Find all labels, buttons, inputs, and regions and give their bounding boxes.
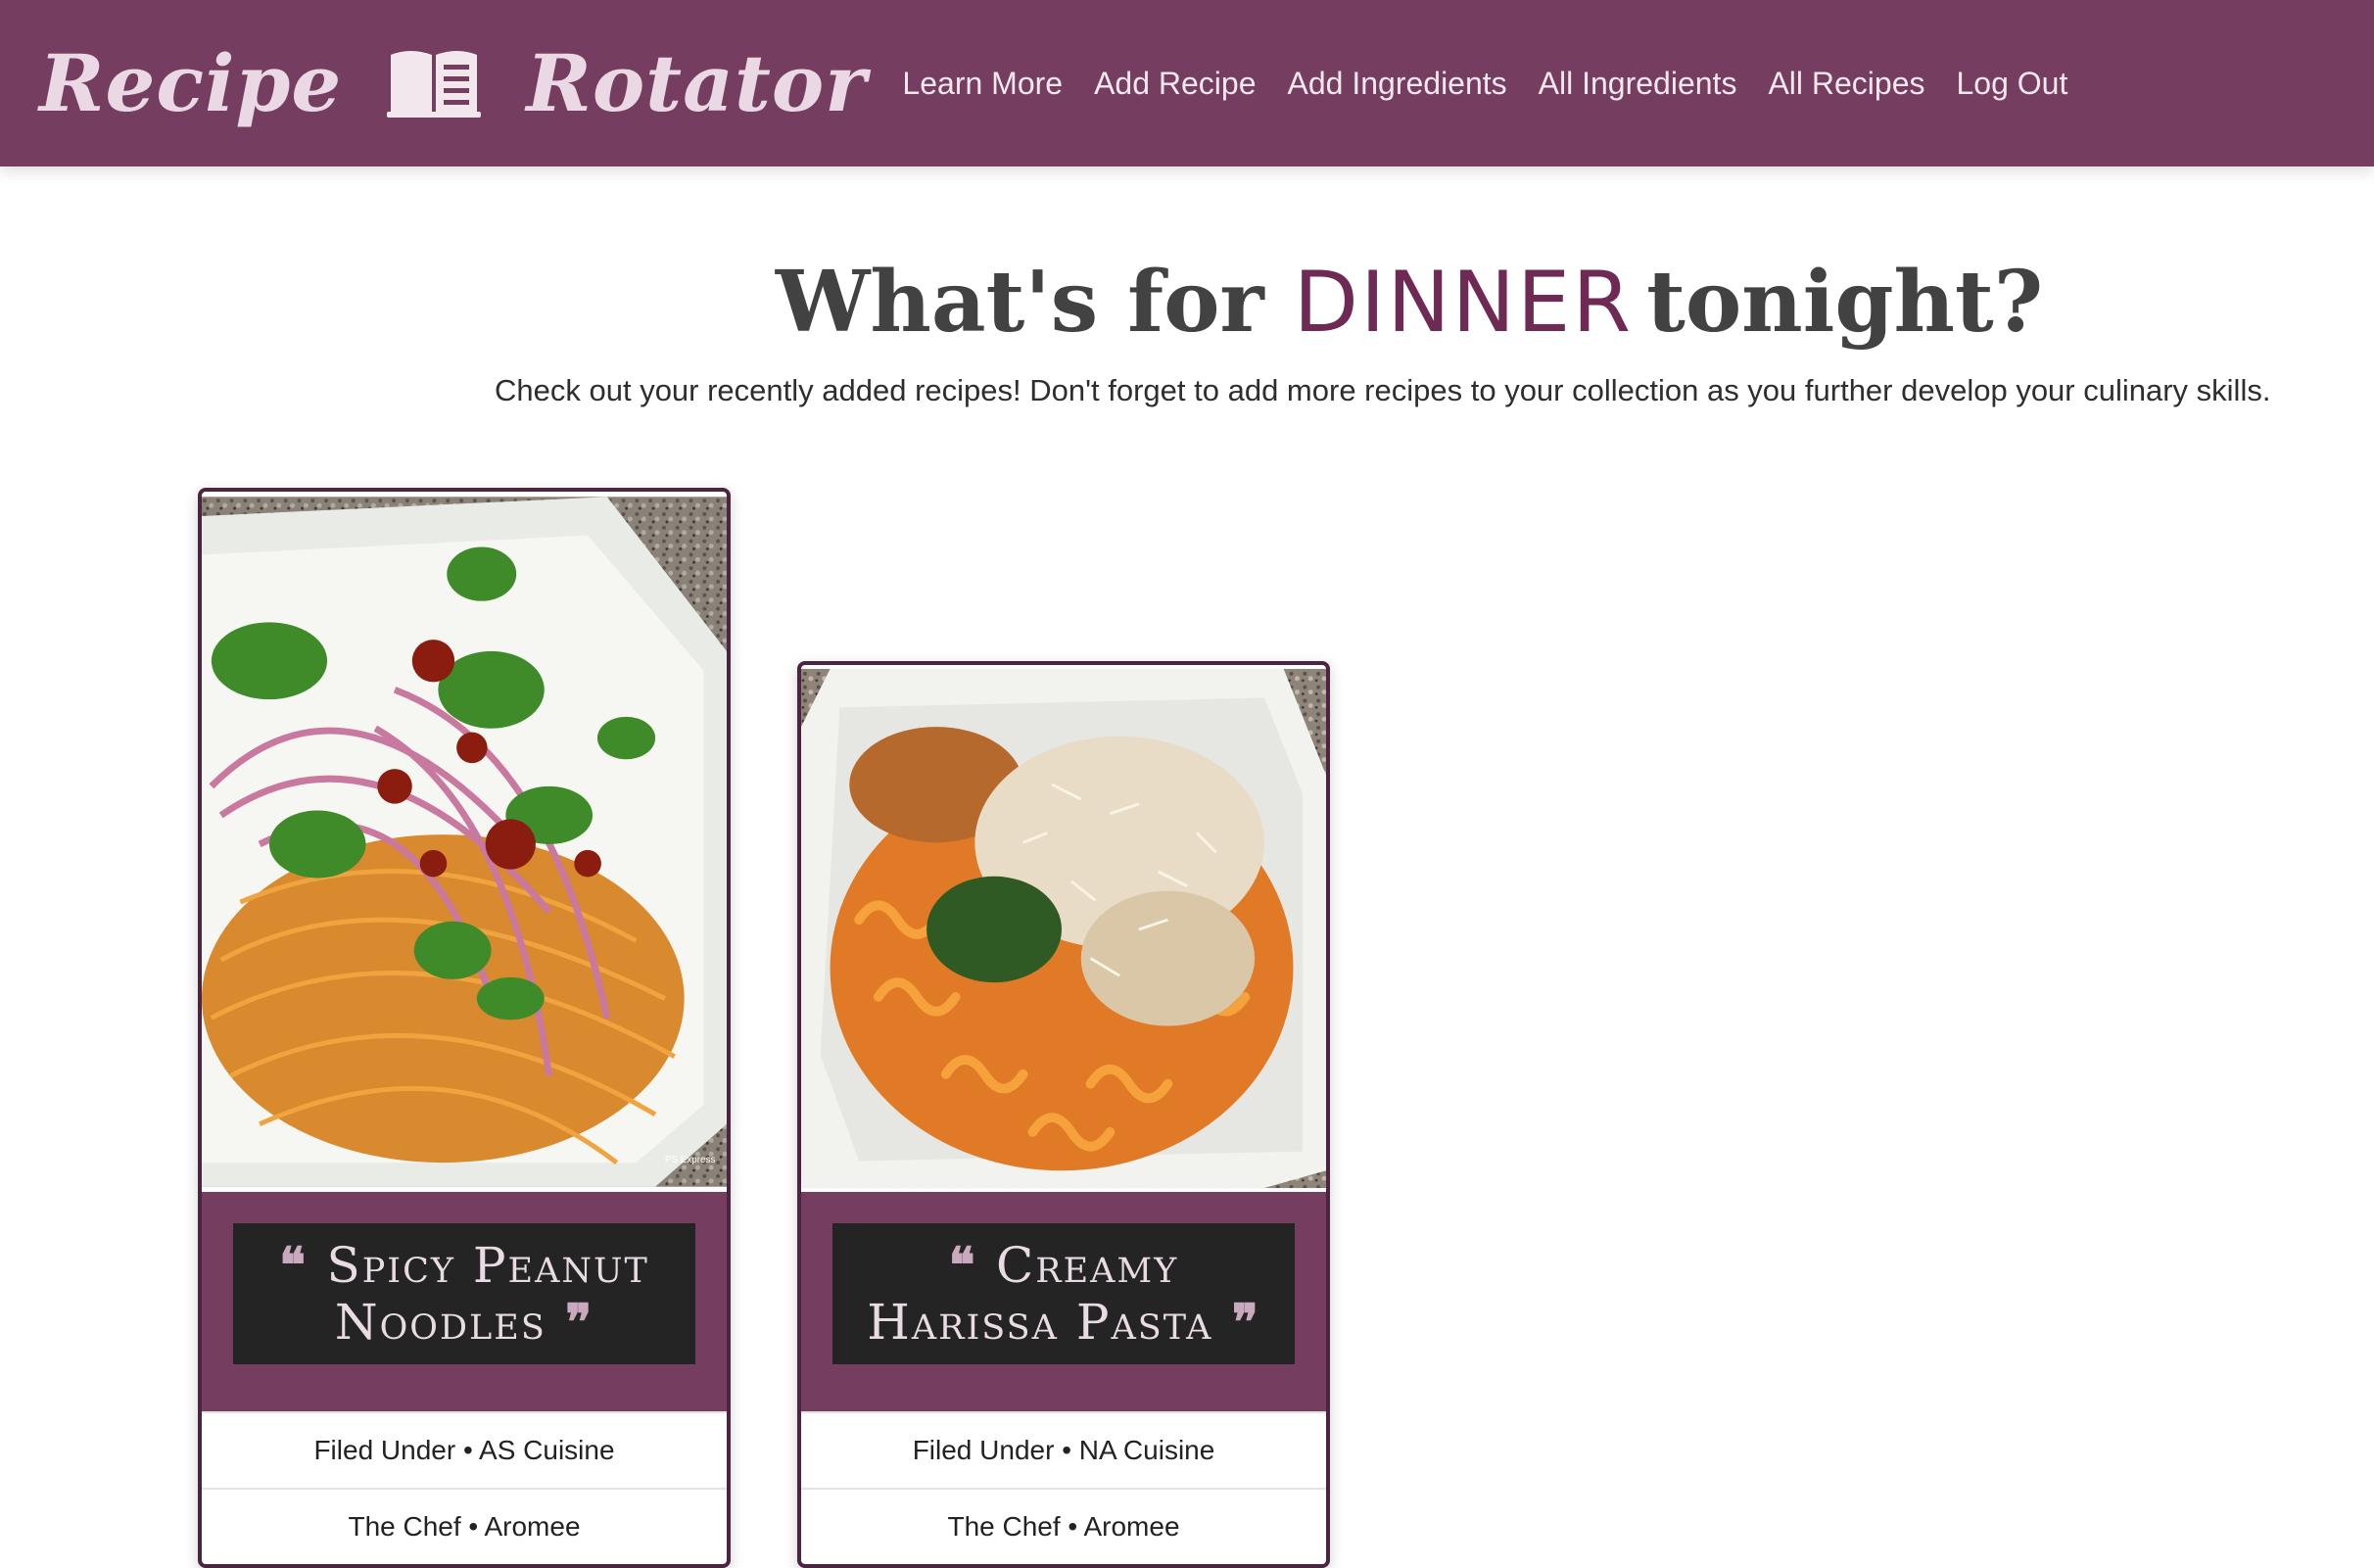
open-quote-icon: ❝ [948, 1236, 996, 1294]
nav-menu: Learn More Add Recipe Add Ingredients Al… [902, 66, 2099, 102]
nav-all-ingredients[interactable]: All Ingredients [1539, 66, 1737, 102]
nav-learn-more[interactable]: Learn More [902, 66, 1063, 102]
card-title-text: Spicy Peanut Noodles [326, 1237, 649, 1351]
category-label: Filed Under [313, 1435, 456, 1465]
card-title[interactable]: ❝ Spicy Peanut Noodles ❞ [233, 1223, 695, 1364]
brand-left-text: Recipe [39, 37, 343, 129]
nav-add-recipe[interactable]: Add Recipe [1094, 66, 1256, 102]
nav-all-recipes[interactable]: All Recipes [1768, 66, 1924, 102]
card-category-row: Filed Under • NA Cuisine [801, 1411, 1326, 1488]
close-quote-icon: ❞ [1212, 1293, 1260, 1351]
open-quote-icon: ❝ [279, 1236, 327, 1294]
chef-label: The Chef [348, 1511, 461, 1542]
page-subtitle: Check out your recently added recipes! D… [495, 373, 2271, 407]
open-book-icon [387, 51, 482, 118]
photo-watermark: PS Express [665, 1155, 716, 1165]
card-category-row: Filed Under • AS Cuisine [202, 1411, 727, 1488]
category-value: NA Cuisine [1078, 1435, 1215, 1465]
page-title: What's for DINNER tonight? [0, 253, 2374, 352]
recipe-photo-spicy-peanut-noodles[interactable]: PS Express [202, 492, 727, 1192]
category-label: Filed Under [912, 1435, 1055, 1465]
chef-label: The Chef [947, 1511, 1061, 1542]
brand-logo[interactable]: Recipe Rotator [39, 37, 867, 129]
navbar: Recipe Rotator Learn More Add Recipe Add… [0, 0, 2374, 166]
brand-right-text: Rotator [526, 37, 868, 129]
title-pre: What's for [775, 253, 1264, 352]
category-value: AS Cuisine [479, 1435, 615, 1465]
card-title-banner: ❝ Creamy Harissa Pasta ❞ [801, 1192, 1326, 1411]
card-title-text: Creamy Harissa Pasta [867, 1237, 1213, 1351]
recipe-card[interactable]: ❝ Creamy Harissa Pasta ❞ Filed Under • N… [797, 661, 1330, 1568]
chef-value: Aromee [1083, 1511, 1180, 1542]
title-post: tonight? [1646, 253, 2044, 352]
chef-value: Aromee [484, 1511, 581, 1542]
recipe-card[interactable]: PS Express ❝ Spicy Peanut Noodles ❞ File… [198, 488, 731, 1568]
title-accent: DINNER [1293, 254, 1634, 352]
close-quote-icon: ❞ [546, 1293, 594, 1351]
card-chef-row: The Chef • Aromee [202, 1488, 727, 1564]
nav-log-out[interactable]: Log Out [1957, 66, 2068, 102]
nav-add-ingredients[interactable]: Add Ingredients [1288, 66, 1507, 102]
card-title[interactable]: ❝ Creamy Harissa Pasta ❞ [832, 1223, 1295, 1364]
card-title-banner: ❝ Spicy Peanut Noodles ❞ [202, 1192, 727, 1411]
recipe-photo-creamy-harissa-pasta[interactable] [801, 665, 1326, 1192]
card-chef-row: The Chef • Aromee [801, 1488, 1326, 1564]
